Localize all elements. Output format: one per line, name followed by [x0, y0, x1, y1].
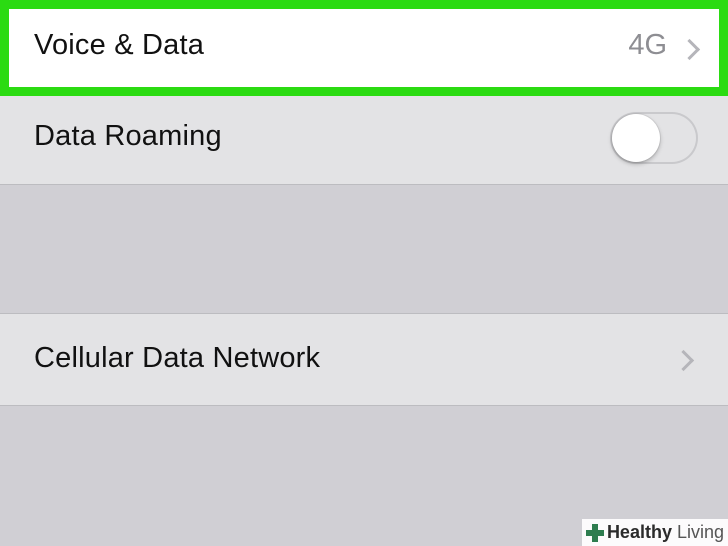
- plus-cross-icon: [585, 523, 604, 542]
- chevron-right-icon: [678, 38, 701, 61]
- voice-and-data-value: 4G: [628, 29, 667, 61]
- cellular-data-network-row[interactable]: Cellular Data Network: [0, 313, 728, 406]
- voice-and-data-label: Voice & Data: [34, 29, 205, 61]
- data-roaming-toggle[interactable]: [610, 112, 698, 164]
- watermark-brand: Healthy: [606, 522, 672, 542]
- toggle-knob: [612, 114, 660, 162]
- data-roaming-row: Data Roaming: [0, 96, 728, 185]
- cellular-data-network-label: Cellular Data Network: [34, 342, 321, 374]
- data-roaming-label: Data Roaming: [34, 120, 222, 152]
- watermark: Healthy Living: [581, 519, 728, 546]
- watermark-sub: Living: [676, 522, 724, 542]
- voice-and-data-row[interactable]: Voice & Data 4G: [0, 0, 728, 96]
- chevron-right-icon: [672, 349, 695, 372]
